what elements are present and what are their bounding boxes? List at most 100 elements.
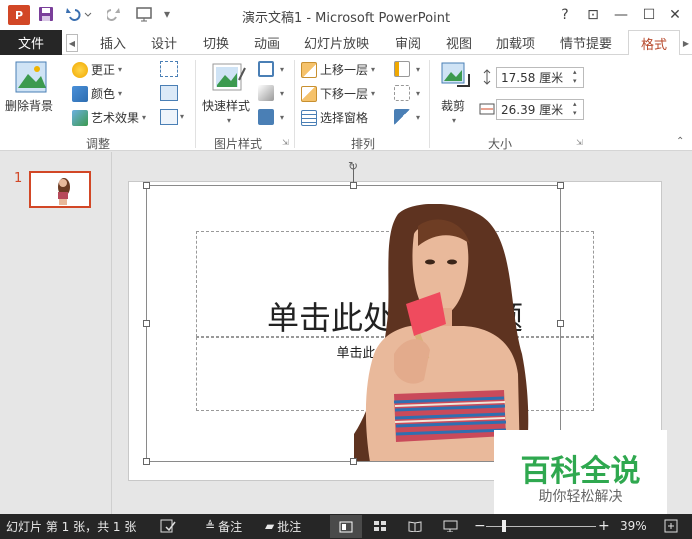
- resize-handle-tc[interactable]: [350, 182, 357, 189]
- tab-view[interactable]: 视图: [446, 30, 472, 55]
- height-spinner-icon[interactable]: ▴ ▾: [573, 68, 577, 86]
- reset-picture-icon[interactable]: [160, 109, 178, 125]
- help-button[interactable]: ?: [552, 4, 578, 26]
- reading-view-icon[interactable]: [408, 518, 422, 534]
- selection-pane-icon: [301, 109, 317, 126]
- group-button[interactable]: ▾: [394, 85, 420, 101]
- notes-icon: ≜: [205, 519, 216, 533]
- group-label-picture-styles: 图片样式: [213, 137, 262, 151]
- slide-sorter-view-icon[interactable]: [373, 518, 387, 534]
- remove-background-button[interactable]: 删除背景: [5, 97, 53, 114]
- crop-dropdown-icon[interactable]: ▾: [452, 116, 456, 125]
- comments-label: 批注: [277, 519, 302, 534]
- bring-forward-label: 上移一层: [320, 63, 369, 77]
- tab-design[interactable]: 设计: [151, 30, 177, 55]
- tab-addins[interactable]: 加载项: [496, 30, 535, 55]
- tab-file[interactable]: 文件: [0, 30, 62, 55]
- height-input[interactable]: 17.58 厘米: [496, 67, 584, 88]
- ribbon-display-button[interactable]: ⊡: [580, 4, 606, 26]
- selection-frame: [146, 185, 561, 462]
- group-label-arrange: 排列: [350, 137, 375, 151]
- resize-handle-bc[interactable]: [350, 458, 357, 465]
- watermark-subtitle: 助你轻松解决: [538, 489, 623, 505]
- tab-transitions[interactable]: 切换: [203, 30, 229, 55]
- slide-count-status: 幻灯片 第 1 张，共 1 张: [6, 519, 137, 534]
- notes-label: 备注: [218, 519, 243, 534]
- align-icon: [394, 61, 410, 77]
- color-icon: [72, 85, 88, 102]
- bring-forward-button[interactable]: 上移一层 ▾: [301, 61, 375, 78]
- resize-handle-ml[interactable]: [143, 320, 150, 327]
- tab-slideshow[interactable]: 幻灯片放映: [304, 30, 369, 55]
- send-backward-button[interactable]: 下移一层 ▾: [301, 85, 375, 102]
- picture-effects-button[interactable]: ▾: [258, 85, 284, 101]
- resize-handle-tl[interactable]: [143, 182, 150, 189]
- collapse-ribbon-icon[interactable]: ⌃: [676, 136, 684, 147]
- tab-animations[interactable]: 动画: [254, 30, 280, 55]
- comment-icon: ▰: [265, 519, 275, 533]
- fit-to-window-icon[interactable]: [664, 518, 678, 534]
- tab-format[interactable]: 格式: [628, 30, 680, 56]
- rotation-handle-icon[interactable]: ↻: [346, 159, 360, 173]
- slideshow-view-icon[interactable]: [443, 518, 459, 534]
- picture-border-icon: [258, 61, 274, 77]
- picture-layout-icon: [258, 109, 274, 125]
- align-button[interactable]: ▾: [394, 61, 420, 77]
- slide-thumbnail[interactable]: [29, 171, 91, 208]
- resize-handle-mr[interactable]: [557, 320, 564, 327]
- rotate-icon: [394, 109, 410, 125]
- normal-view-button[interactable]: [330, 515, 362, 538]
- zoom-level[interactable]: 39%: [620, 518, 647, 534]
- group-icon: [394, 85, 410, 101]
- minimize-button[interactable]: —: [608, 4, 634, 26]
- change-picture-icon[interactable]: [160, 85, 178, 101]
- zoom-out-icon[interactable]: −: [474, 518, 486, 534]
- zoom-slider-thumb[interactable]: [501, 520, 506, 532]
- ribbon-separator: [294, 60, 295, 148]
- zoom-in-icon[interactable]: +: [598, 518, 610, 534]
- remove-background-icon[interactable]: [14, 60, 48, 94]
- shape-height-icon: [480, 69, 494, 85]
- group-label-adjust: 调整: [85, 137, 110, 151]
- selection-pane-label: 选择窗格: [320, 111, 369, 125]
- crop-button[interactable]: 裁剪: [441, 97, 465, 114]
- tab-scroll-left-icon[interactable]: ◀: [66, 34, 78, 52]
- quick-styles-icon[interactable]: [211, 60, 247, 96]
- picture-effects-icon: [258, 85, 274, 101]
- resize-handle-bl[interactable]: [143, 458, 150, 465]
- ribbon-separator: [429, 60, 430, 148]
- width-input[interactable]: 26.39 厘米: [496, 99, 584, 120]
- selection-pane-button[interactable]: 选择窗格: [301, 109, 368, 126]
- color-button[interactable]: 颜色 ▾: [72, 85, 122, 102]
- sun-icon: [72, 61, 88, 78]
- send-backward-label: 下移一层: [320, 87, 369, 101]
- crop-icon[interactable]: [439, 60, 473, 94]
- rotate-button[interactable]: ▾: [394, 109, 420, 125]
- notes-button[interactable]: ≜ 备注: [205, 518, 242, 534]
- width-value: 26.39 厘米: [501, 103, 564, 117]
- tab-insert[interactable]: 插入: [100, 30, 126, 55]
- resize-handle-tr[interactable]: [557, 182, 564, 189]
- width-spinner-icon[interactable]: ▴ ▾: [573, 100, 577, 118]
- compress-pictures-icon[interactable]: [160, 61, 178, 77]
- maximize-button[interactable]: ☐: [636, 4, 662, 26]
- tab-storyboard[interactable]: 情节提要: [560, 30, 612, 55]
- quick-styles-dropdown-icon[interactable]: ▾: [227, 116, 231, 125]
- comments-button[interactable]: ▰ 批注: [265, 518, 301, 534]
- height-value: 17.58 厘米: [501, 71, 564, 85]
- close-button[interactable]: ✕: [662, 4, 688, 26]
- color-label: 颜色: [91, 87, 116, 101]
- tab-review[interactable]: 审阅: [395, 30, 421, 55]
- artistic-effects-button[interactable]: 艺术效果 ▾: [72, 109, 146, 126]
- reset-picture-dropdown-icon[interactable]: ▾: [180, 112, 184, 121]
- corrections-button[interactable]: 更正 ▾: [72, 61, 122, 78]
- picture-layout-button[interactable]: ▾: [258, 109, 284, 125]
- bring-forward-icon: [301, 61, 317, 78]
- size-launcher-icon[interactable]: ⇲: [576, 138, 583, 147]
- picture-border-button[interactable]: ▾: [258, 61, 284, 77]
- slide-number: 1: [14, 171, 23, 186]
- spelling-check-icon[interactable]: [160, 518, 176, 534]
- tab-scroll-right-icon[interactable]: ▶: [681, 34, 691, 52]
- quick-styles-button[interactable]: 快速样式: [202, 97, 250, 114]
- picture-styles-launcher-icon[interactable]: ⇲: [282, 138, 289, 147]
